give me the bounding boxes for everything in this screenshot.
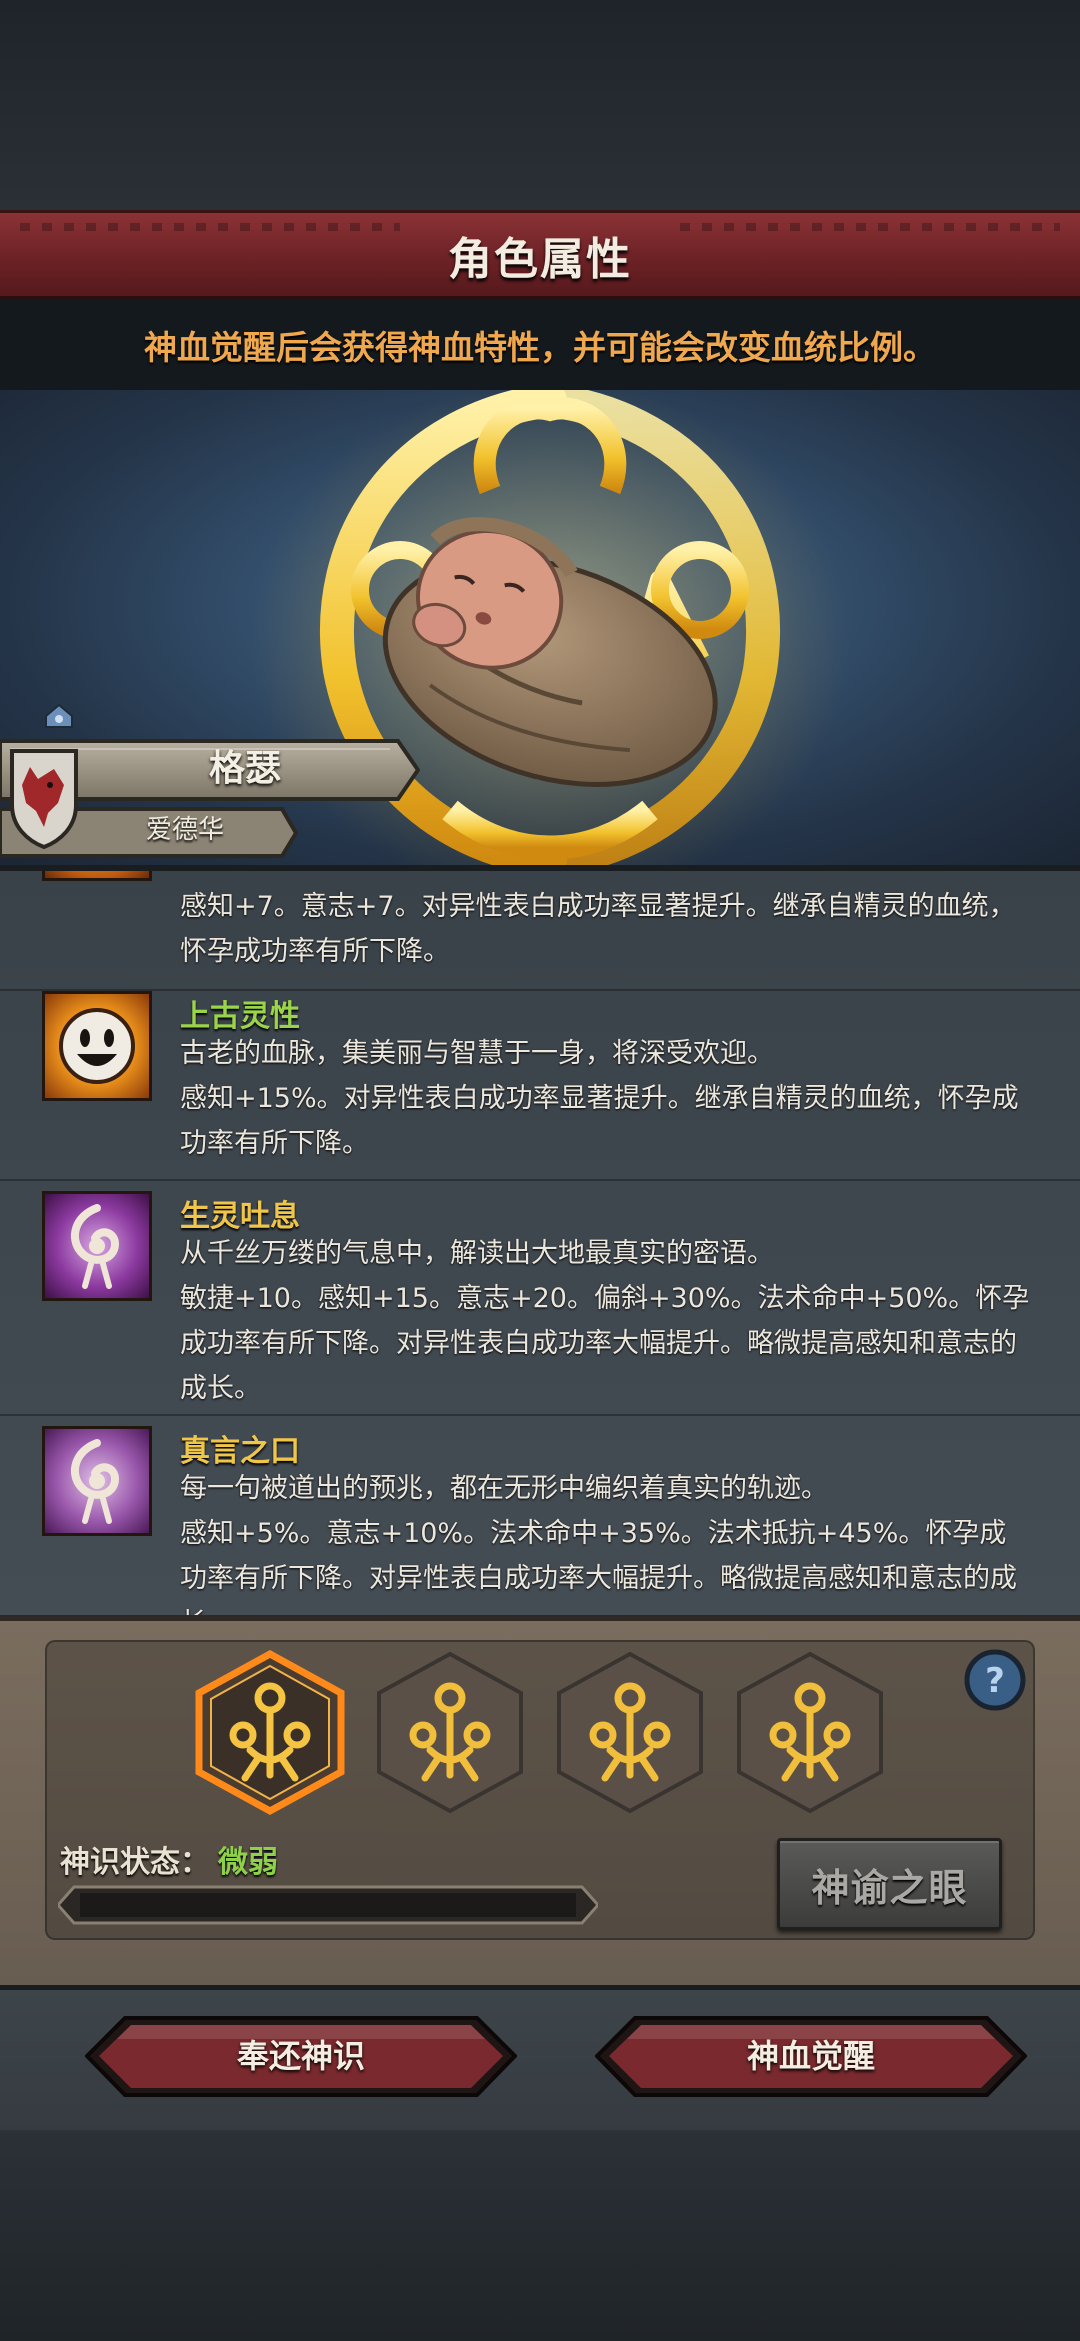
divine-progress-bar <box>58 1885 598 1925</box>
divine-slot-2[interactable] <box>375 1650 525 1815</box>
divine-state-label: 神识状态： <box>60 1845 210 1880</box>
trait-desc-line: 感知+15%。对异性表白成功率显著提升。继承自精灵的血统，怀孕成 <box>180 1083 1019 1114</box>
trait-desc-line: 功率有所下降。 <box>180 1128 369 1159</box>
trait-desc-line: 怀孕成功率有所下降。 <box>180 936 450 967</box>
wolf-crest-icon <box>10 749 78 850</box>
trait-desc-line: 成长。 <box>180 1373 261 1404</box>
oracle-eye-label: 神谕之眼 <box>811 1865 968 1910</box>
divine-blood-awaken-button[interactable]: 神血觉醒 <box>595 2015 1027 2098</box>
divine-slot-4[interactable] <box>735 1650 885 1815</box>
svg-text:?: ? <box>985 1661 1005 1701</box>
partial-trait-icon <box>42 871 152 881</box>
trait-desc-line: 每一句被道出的预兆，都在无形中编织着真实的轨迹。 <box>180 1473 828 1504</box>
trait-list[interactable]: 感知+7。意志+7。对异性表白成功率显著提升。继承自精灵的血统， 怀孕成功率有所… <box>0 865 1080 1615</box>
top-background <box>0 0 1080 210</box>
trait-item[interactable]: 上古灵性 古老的血脉，集美丽与智慧于一身，将深受欢迎。 感知+15%。对异性表白… <box>0 991 1080 1181</box>
trait-item[interactable]: 真言之口 每一句被道出的预兆，都在无形中编织着真实的轨迹。 感知+5%。意志+1… <box>0 1416 1080 1615</box>
trait-name: 生灵吐息 <box>180 1199 300 1234</box>
trait-item[interactable]: 感知+7。意志+7。对异性表白成功率显著提升。继承自精灵的血统， 怀孕成功率有所… <box>0 871 1080 991</box>
bottom-background <box>0 2130 1080 2341</box>
page-title: 角色属性 <box>448 234 632 284</box>
trait-desc-line: 成功率有所下降。对异性表白成功率大幅提升。略微提高感知和意志的 <box>180 1328 1017 1359</box>
trait-item[interactable]: 生灵吐息 从千丝万缕的气息中，解读出大地最真实的密语。 敏捷+10。感知+15。… <box>0 1181 1080 1416</box>
trait-desc-line: 长。 <box>180 1601 1035 1615</box>
trait-desc-line: 功率有所下降。对异性表白成功率大幅提升。略微提高感知和意志的成 <box>180 1563 1017 1594</box>
return-divine-sense-button[interactable]: 奉还神识 <box>85 2015 517 2098</box>
trait-desc-line: 感知+7。意志+7。对异性表白成功率显著提升。继承自精灵的血统， <box>180 891 1016 922</box>
divine-blood-awaken-label: 神血觉醒 <box>746 2037 875 2075</box>
smiling-face-icon <box>42 991 152 1101</box>
trait-desc-line: 感知+5%。意志+10%。法术命中+35%。法术抵抗+45%。怀孕成 <box>180 1518 1007 1549</box>
trait-desc-line: 敏捷+10。感知+15。意志+20。偏斜+30%。法术命中+50%。怀孕 <box>180 1283 1030 1314</box>
hint-text: 神血觉醒后会获得神血特性，并可能会改变血统比例。 <box>144 328 936 367</box>
divine-state-value: 微弱 <box>218 1845 278 1880</box>
question-mark-icon[interactable]: ? <box>963 1648 1027 1712</box>
character-name: 格瑟 <box>208 748 281 789</box>
oracle-eye-button[interactable]: 神谕之眼 <box>777 1838 1002 1930</box>
trait-desc-line: 古老的血脉，集美丽与智慧于一身，将深受欢迎。 <box>180 1038 774 1069</box>
home-marker-icon <box>45 703 73 728</box>
spirit-swirl-icon <box>42 1191 152 1301</box>
trait-name: 真言之口 <box>180 1434 300 1469</box>
spirit-swirl-icon <box>42 1426 152 1536</box>
divine-slot-3[interactable] <box>555 1650 705 1815</box>
character-subtitle: 爱德华 <box>145 815 224 845</box>
divine-slot-1[interactable] <box>195 1650 345 1815</box>
hint-bar: 神血觉醒后会获得神血特性，并可能会改变血统比例。 <box>0 300 1080 390</box>
title-banner: 角色属性 <box>0 210 1080 300</box>
trait-name: 上古灵性 <box>180 999 300 1034</box>
return-divine-sense-label: 奉还神识 <box>236 2037 365 2075</box>
trait-desc-line: 从千丝万缕的气息中，解读出大地最真实的密语。 <box>180 1238 774 1269</box>
